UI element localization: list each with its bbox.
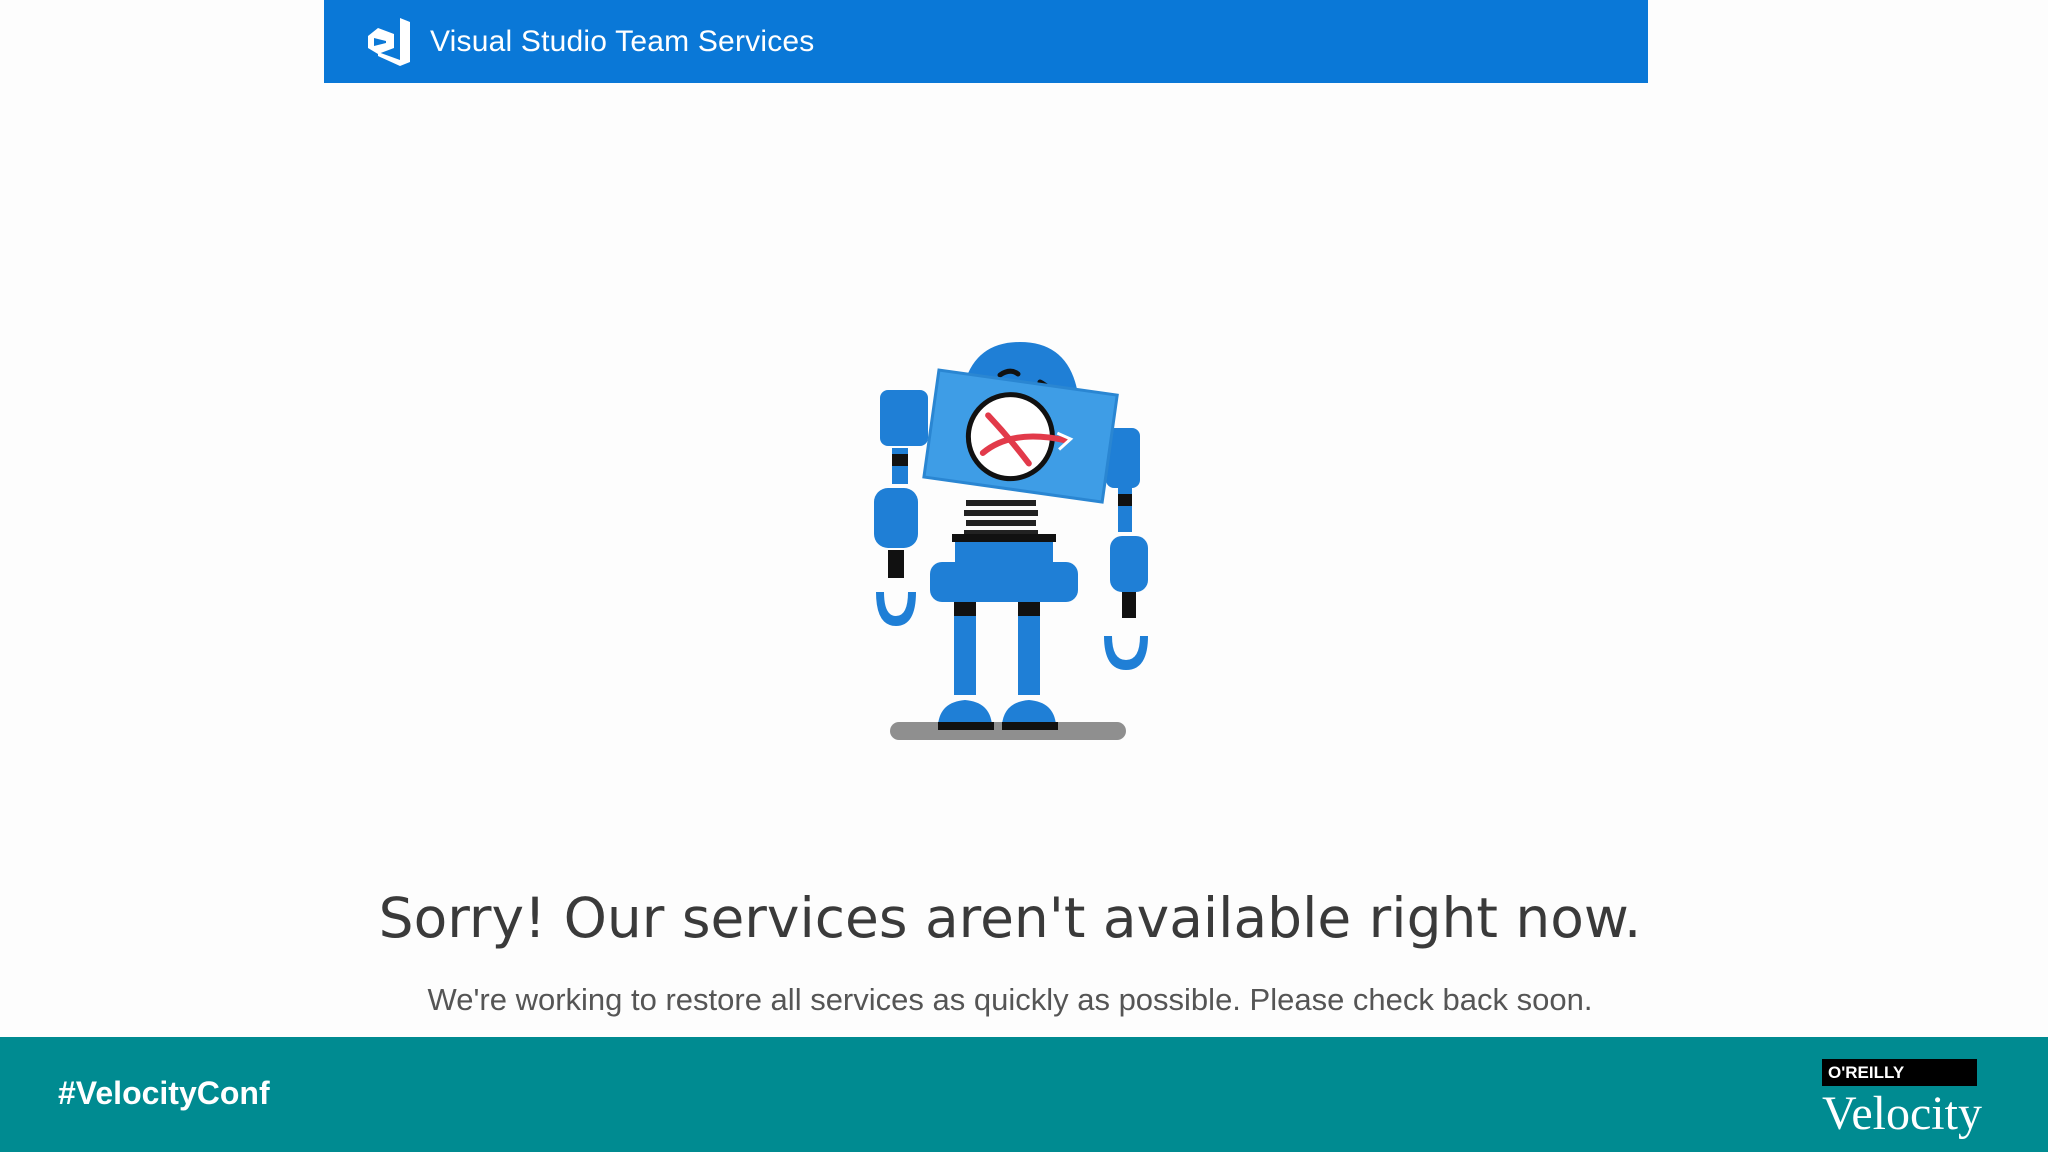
oreilly-label: O'REILLY [1822,1059,1977,1086]
app-title: Visual Studio Team Services [430,24,815,58]
velocity-label: Velocity [1822,1087,1982,1140]
error-message: We're working to restore all services as… [427,982,1593,1017]
conference-footer: #VelocityConf O'REILLY Velocity [0,1037,2048,1152]
app-header: Visual Studio Team Services [324,0,1648,83]
visual-studio-logo-icon [368,17,410,66]
conference-hashtag: #VelocityConf [58,1075,270,1111]
broken-robot-icon [874,342,1148,740]
velocity-brand-logo: O'REILLY Velocity [1822,1059,1990,1140]
error-title: Sorry! Our services aren't available rig… [378,886,1642,950]
